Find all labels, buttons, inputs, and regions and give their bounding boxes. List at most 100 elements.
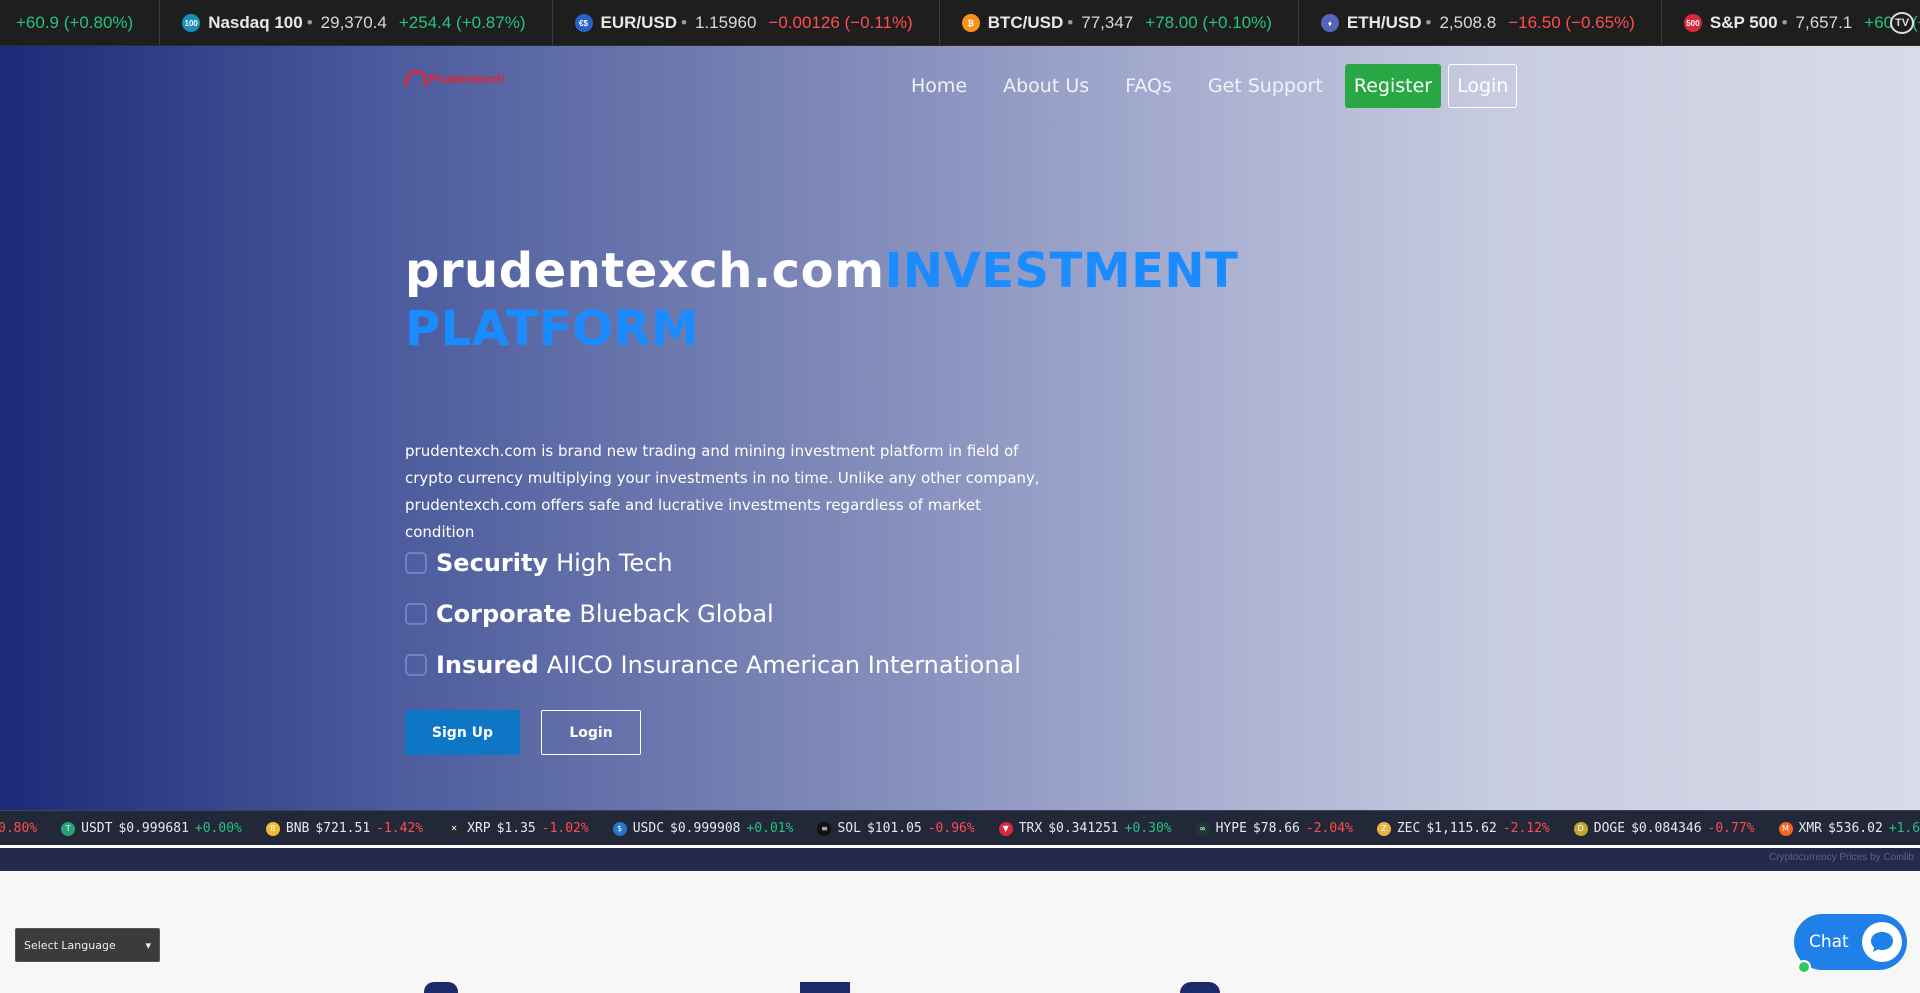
ticker-item[interactable]: ♦ ETH/USD • 2,508.8 −16.50 (−0.65%) bbox=[1299, 0, 1662, 45]
feature-list: Security High Tech Corporate Blueback Gl… bbox=[405, 537, 1021, 690]
market-ticker: +60.9 (+0.80%) 100 Nasdaq 100 • 29,370.4 +254… bbox=[0, 0, 1920, 46]
coin-change: -0.96% bbox=[927, 821, 975, 836]
crypto-item[interactable]: ∞ HYPE $78.66 -2.04% bbox=[1195, 821, 1353, 836]
hero-login-button[interactable]: Login bbox=[541, 710, 641, 755]
ticker-price: 77,347 bbox=[1081, 13, 1134, 32]
service-icon bbox=[800, 982, 850, 993]
feature-text: AIICO Insurance American International bbox=[546, 650, 1021, 679]
crypto-item[interactable]: B BNB $721.51 -1.42% bbox=[265, 821, 424, 836]
chat-button[interactable]: Chat bbox=[1794, 914, 1907, 974]
crypto-item[interactable]: M XMR $536.02 +1.64 bbox=[1778, 821, 1920, 836]
coin-change: 0.80% bbox=[0, 821, 38, 836]
coin-symbol: USDT bbox=[81, 821, 113, 836]
hero-cta: Sign Up Login bbox=[405, 710, 641, 755]
coin-symbol: SOL bbox=[837, 821, 861, 836]
coin-icon: T bbox=[61, 821, 76, 836]
language-select[interactable]: Select Language ▾ bbox=[15, 928, 160, 962]
crypto-item[interactable]: Z ZEC $1,115.62 -2.12% bbox=[1376, 821, 1550, 836]
crypto-price-ticker: 0.80% T USDT $0.999681 +0.00% B BNB $721.51 -1.4… bbox=[0, 810, 1920, 845]
coin-price: $536.02 bbox=[1827, 821, 1883, 836]
ticker-price: 2,508.8 bbox=[1439, 13, 1497, 32]
register-button[interactable]: Register bbox=[1344, 64, 1442, 108]
coin-symbol: USDC bbox=[632, 821, 665, 836]
nav-about-us[interactable]: About Us bbox=[1003, 75, 1089, 97]
logo-text: Prudentexch bbox=[429, 70, 505, 86]
ticker-item[interactable]: 500S&P 500•7,657.1+60.9 (+0.80%) bbox=[1662, 0, 1920, 45]
coin-price: $0.999908 bbox=[670, 821, 741, 836]
ticker-item[interactable]: 100 Nasdaq 100 • 29,370.4 +254.4 (+0.87%) bbox=[160, 0, 553, 45]
building-icon bbox=[405, 602, 427, 625]
separator-dot: • bbox=[306, 13, 313, 32]
ticker-change: +254.4 (+0.87%) bbox=[398, 13, 526, 32]
feature-text: Blueback Global bbox=[579, 599, 774, 628]
coin-icon: M bbox=[1778, 821, 1793, 836]
ticker-item[interactable]: +60.9 (+0.80%) bbox=[0, 0, 161, 45]
crypto-item[interactable]: $ USDC $0.999908 +0.01% bbox=[612, 821, 794, 836]
market-ticker-track: +60.9 (+0.80%) 100 Nasdaq 100 • 29,370.4 +254… bbox=[0, 0, 1920, 45]
crypto-item[interactable]: ≡ SOL $101.05 -0.96% bbox=[817, 821, 975, 836]
crypto-item[interactable]: ✕ XRP $1.35 -1.02% bbox=[447, 821, 589, 836]
hero-headline: prudentexch.comINVESTMENT PLATFORM bbox=[405, 242, 1238, 358]
nav-get-support[interactable]: Get Support bbox=[1208, 75, 1323, 97]
asset-icon: 100 bbox=[182, 14, 201, 32]
asset-icon: ♦ bbox=[1320, 14, 1339, 32]
coin-change: -1.42% bbox=[376, 821, 424, 836]
ticker-change: +60.9 (+0.80%) bbox=[16, 13, 134, 32]
coin-change: +1.64 bbox=[1888, 821, 1920, 836]
coin-change: +0.00% bbox=[194, 821, 242, 836]
crypto-item[interactable]: T USDT $0.999681 +0.00% bbox=[61, 821, 242, 836]
coin-icon: B bbox=[265, 821, 280, 836]
coin-symbol: XRP bbox=[467, 821, 491, 836]
crypto-item[interactable]: 0.80% bbox=[0, 821, 37, 836]
tradingview-logo-icon[interactable]: TV bbox=[1890, 12, 1914, 34]
coin-icon: ∞ bbox=[1195, 821, 1210, 836]
sign-up-button[interactable]: Sign Up bbox=[405, 710, 520, 755]
coin-change: +0.30% bbox=[1124, 821, 1172, 836]
login-button[interactable]: Login bbox=[1448, 64, 1518, 108]
coin-icon: Z bbox=[1376, 821, 1391, 836]
hero-description: prudentexch.com is brand new trading and… bbox=[405, 442, 1040, 541]
ticker-price: 7,657.1 bbox=[1795, 13, 1853, 32]
separator-dot: • bbox=[1067, 13, 1074, 32]
coin-price: $0.999681 bbox=[118, 821, 189, 836]
coin-icon: ✕ bbox=[447, 821, 462, 836]
umbrella-icon bbox=[405, 653, 427, 676]
site-logo[interactable]: Prudentexch bbox=[405, 70, 505, 86]
coin-icon: $ bbox=[612, 821, 627, 836]
separator-dot: • bbox=[1425, 13, 1432, 32]
ticker-change: −0.00126 (−0.11%) bbox=[768, 13, 913, 32]
feature-title: Security bbox=[436, 548, 549, 577]
ticker-item[interactable]: €$ EUR/USD • 1.15960 −0.00126 (−0.11%) bbox=[553, 0, 940, 45]
asset-icon: ₿ bbox=[961, 14, 980, 32]
coin-symbol: ZEC bbox=[1396, 821, 1421, 836]
feature-corporate: Corporate Blueback Global bbox=[405, 588, 1021, 639]
coin-change: -1.02% bbox=[541, 821, 589, 836]
headline-domain: prudentexch.com bbox=[405, 243, 885, 299]
nav-home[interactable]: Home bbox=[911, 75, 967, 97]
coin-icon: ≡ bbox=[817, 821, 832, 836]
coinlib-credit-link[interactable]: Cryptocurrency Prices by Coinlib bbox=[1769, 852, 1914, 863]
crypto-ticker-track: 0.80% T USDT $0.999681 +0.00% B BNB $721.51 -1.4… bbox=[0, 811, 1920, 845]
asset-icon: €$ bbox=[574, 14, 593, 32]
crypto-item[interactable]: ▼ TRX $0.341251 +0.30% bbox=[998, 821, 1172, 836]
hero-section: Prudentexch Home About Us FAQs Get Suppo… bbox=[0, 46, 1920, 810]
coin-change: +0.01% bbox=[746, 821, 794, 836]
service-icon bbox=[424, 982, 458, 993]
main-nav: Home About Us FAQs Get Support Register … bbox=[893, 64, 1518, 108]
coin-price: $721.51 bbox=[315, 821, 371, 836]
service-icon bbox=[1180, 982, 1220, 993]
asset-icon: 500 bbox=[1683, 14, 1702, 32]
nav-faqs[interactable]: FAQs bbox=[1125, 75, 1172, 97]
coin-price: $0.341251 bbox=[1048, 821, 1119, 836]
coin-symbol: BNB bbox=[285, 821, 310, 836]
coin-price: $1,115.62 bbox=[1426, 821, 1497, 836]
ticker-symbol: ETH/USD bbox=[1346, 13, 1422, 32]
crypto-item[interactable]: D DOGE $0.084346 -0.77% bbox=[1573, 821, 1755, 836]
coin-icon: D bbox=[1573, 821, 1588, 836]
coin-change: -0.77% bbox=[1707, 821, 1755, 836]
separator-dot: • bbox=[1781, 13, 1788, 32]
crypto-ticker-footer: Cryptocurrency Prices by Coinlib bbox=[0, 845, 1920, 871]
ticker-symbol: EUR/USD bbox=[600, 13, 678, 32]
feature-title: Corporate bbox=[436, 599, 572, 628]
ticker-item[interactable]: ₿ BTC/USD • 77,347 +78.00 (+0.10%) bbox=[940, 0, 1299, 45]
